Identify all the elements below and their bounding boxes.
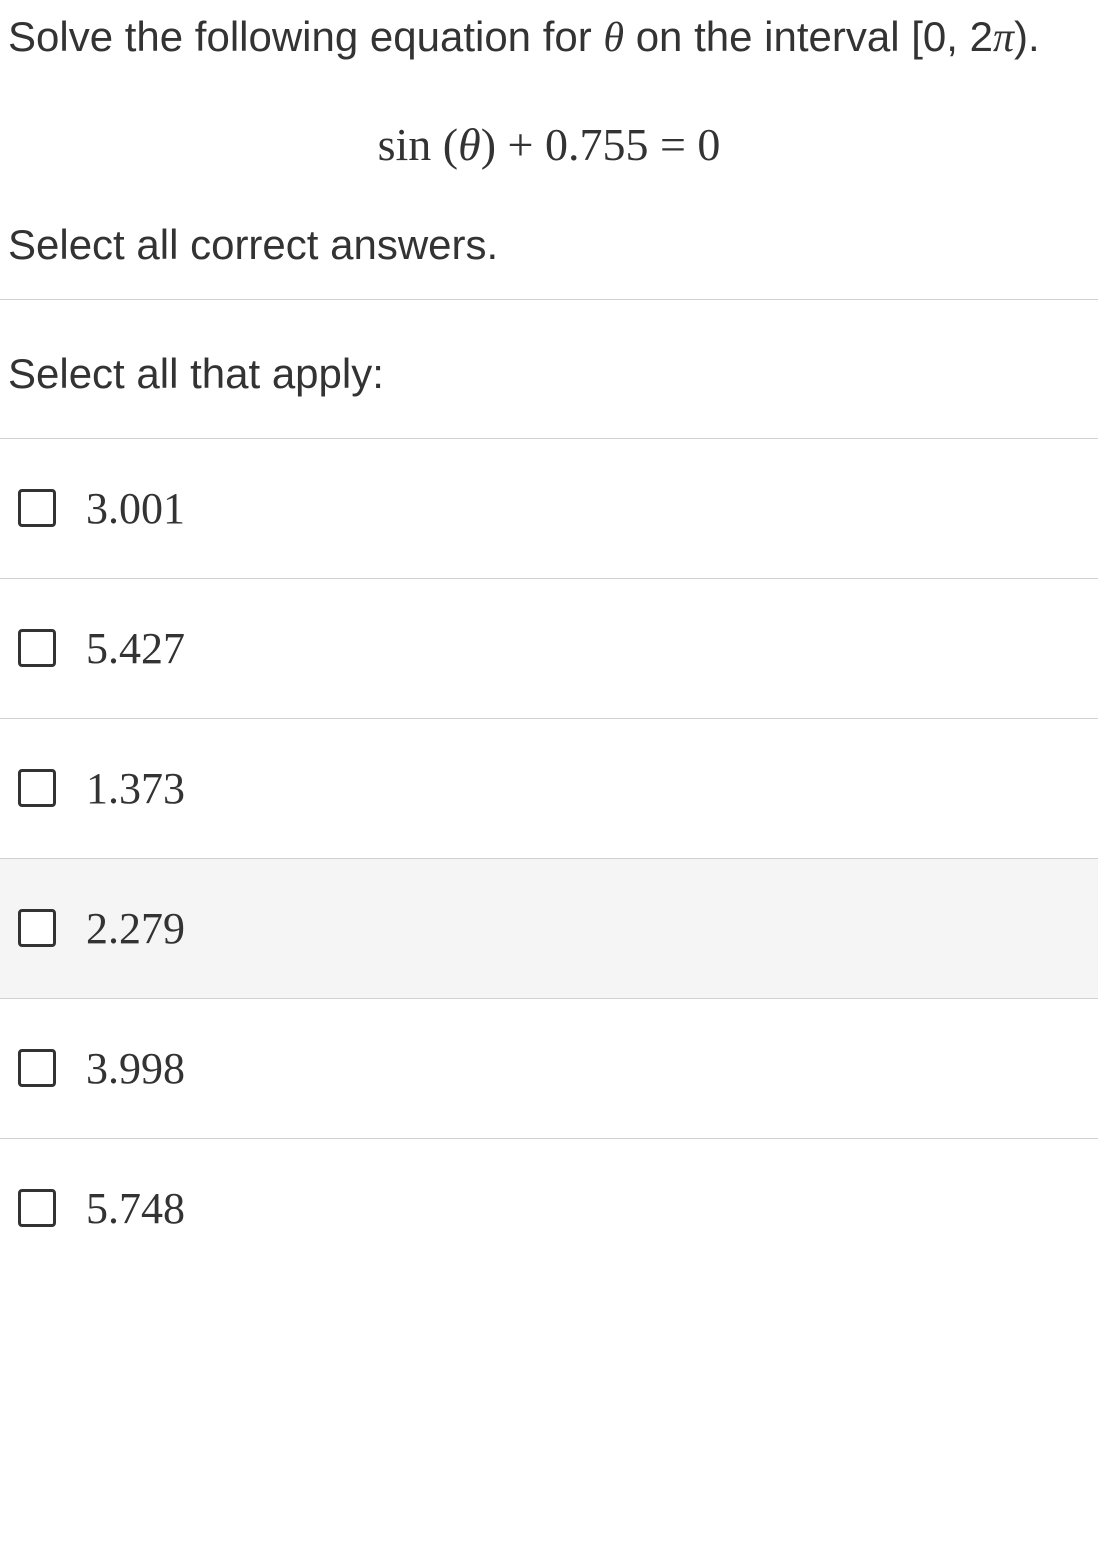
theta-symbol: θ xyxy=(603,15,624,61)
checkbox-icon[interactable] xyxy=(18,1049,56,1087)
option-row[interactable]: 2.279 xyxy=(0,858,1098,998)
equation-theta: θ xyxy=(458,119,481,170)
option-label: 3.998 xyxy=(86,1043,185,1094)
option-row[interactable]: 3.001 xyxy=(0,438,1098,578)
equation-rest: ) + 0.755 = 0 xyxy=(481,119,721,170)
options-list: 3.001 5.427 1.373 2.279 3.998 5.748 xyxy=(0,438,1098,1278)
prompt-text-end: ). xyxy=(1014,13,1040,60)
option-row[interactable]: 5.748 xyxy=(0,1138,1098,1278)
prompt-text-pre: Solve the following equation for xyxy=(8,13,603,60)
option-label: 5.748 xyxy=(86,1183,185,1234)
equation-sin: sin ( xyxy=(378,119,459,170)
option-label: 1.373 xyxy=(86,763,185,814)
checkbox-icon[interactable] xyxy=(18,1189,56,1227)
checkbox-icon[interactable] xyxy=(18,489,56,527)
pi-symbol: π xyxy=(993,15,1014,61)
option-row[interactable]: 1.373 xyxy=(0,718,1098,858)
option-row[interactable]: 3.998 xyxy=(0,998,1098,1138)
checkbox-icon[interactable] xyxy=(18,909,56,947)
option-label: 5.427 xyxy=(86,623,185,674)
option-label: 3.001 xyxy=(86,483,185,534)
prompt-text-post: on the interval [0, 2 xyxy=(624,13,993,60)
question-prompt: Solve the following equation for θ on th… xyxy=(0,0,1098,88)
instruction-text: Select all correct answers. xyxy=(0,221,1098,299)
checkbox-icon[interactable] xyxy=(18,769,56,807)
question-container: Solve the following equation for θ on th… xyxy=(0,0,1098,1278)
checkbox-icon[interactable] xyxy=(18,629,56,667)
option-label: 2.279 xyxy=(86,903,185,954)
option-row[interactable]: 5.427 xyxy=(0,578,1098,718)
select-all-heading: Select all that apply: xyxy=(0,300,1098,438)
equation-display: sin (θ) + 0.755 = 0 xyxy=(0,88,1098,221)
